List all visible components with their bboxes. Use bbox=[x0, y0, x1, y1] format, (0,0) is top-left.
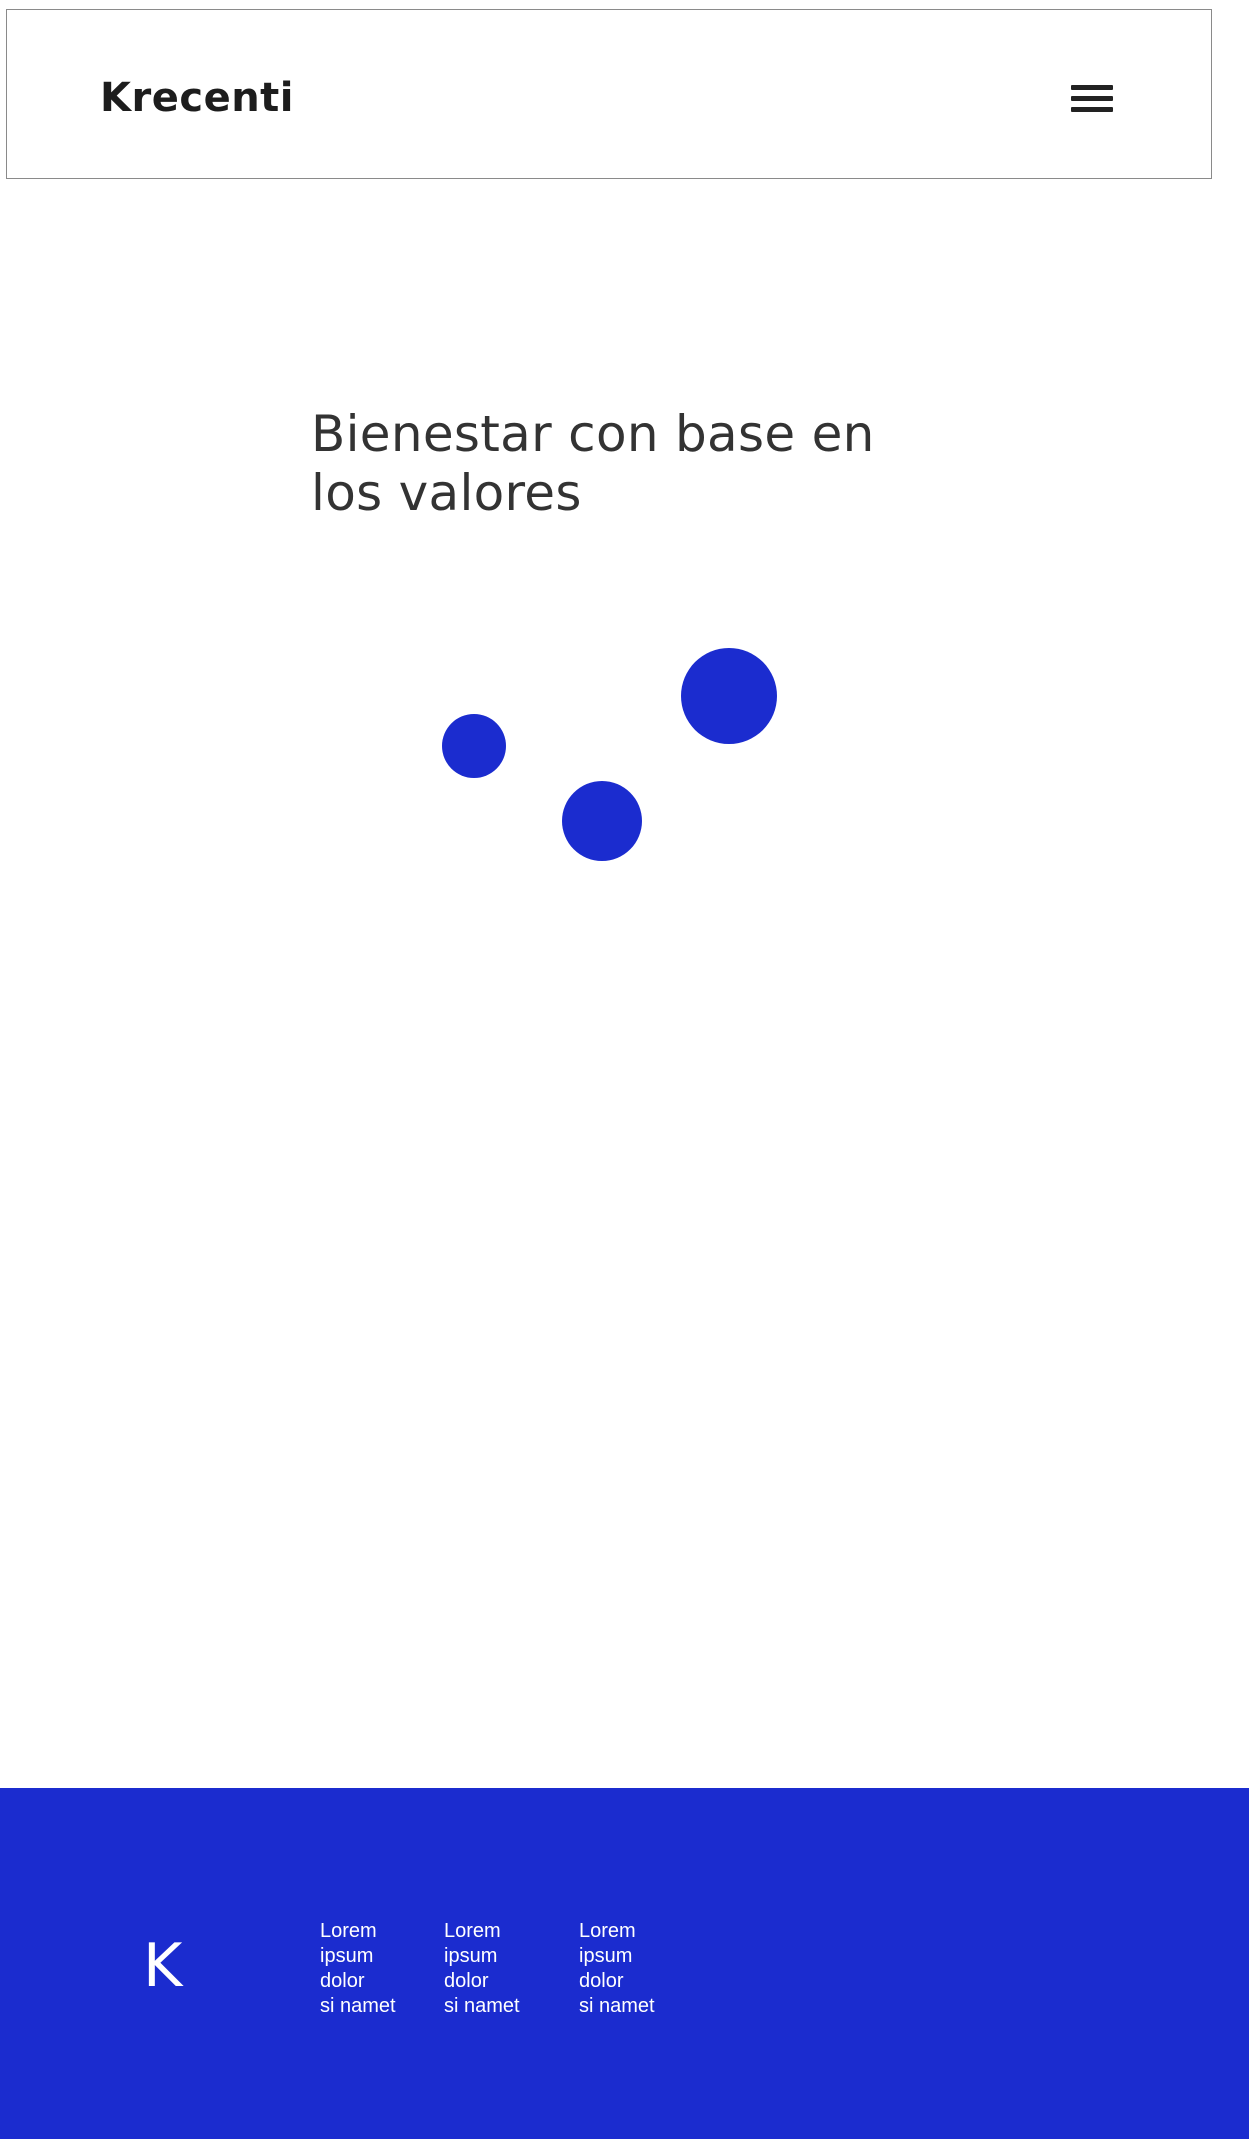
footer-link[interactable]: ipsum bbox=[444, 1944, 520, 1969]
decorative-dot-medium bbox=[562, 781, 642, 861]
hamburger-menu-icon[interactable] bbox=[1071, 82, 1113, 116]
brand-logo[interactable]: Krecenti bbox=[100, 78, 294, 118]
site-header: Krecenti bbox=[6, 9, 1212, 179]
footer-link[interactable]: Lorem bbox=[320, 1919, 396, 1944]
decorative-dot-large bbox=[681, 648, 777, 744]
site-footer: K Lorem ipsum dolor si namet Lorem ipsum… bbox=[0, 1788, 1249, 2139]
footer-link[interactable]: dolor bbox=[320, 1969, 396, 1994]
footer-logo[interactable]: K bbox=[143, 1936, 182, 1996]
footer-column-2: Lorem ipsum dolor si namet bbox=[444, 1919, 520, 2019]
footer-link[interactable]: si namet bbox=[320, 1994, 396, 2019]
footer-link[interactable]: si namet bbox=[579, 1994, 655, 2019]
footer-link[interactable]: si namet bbox=[444, 1994, 520, 2019]
footer-link[interactable]: Lorem bbox=[444, 1919, 520, 1944]
footer-link[interactable]: ipsum bbox=[320, 1944, 396, 1969]
footer-link[interactable]: Lorem bbox=[579, 1919, 655, 1944]
footer-link[interactable]: dolor bbox=[579, 1969, 655, 1994]
menu-bar-bottom bbox=[1071, 107, 1113, 112]
decorative-dot-small bbox=[442, 714, 506, 778]
footer-link[interactable]: ipsum bbox=[579, 1944, 655, 1969]
menu-bar-top bbox=[1071, 85, 1113, 90]
footer-link[interactable]: dolor bbox=[444, 1969, 520, 1994]
hero-title: Bienestar con base en los valores bbox=[311, 405, 875, 522]
footer-column-3: Lorem ipsum dolor si namet bbox=[579, 1919, 655, 2019]
menu-bar-middle bbox=[1071, 96, 1113, 101]
footer-column-1: Lorem ipsum dolor si namet bbox=[320, 1919, 396, 2019]
